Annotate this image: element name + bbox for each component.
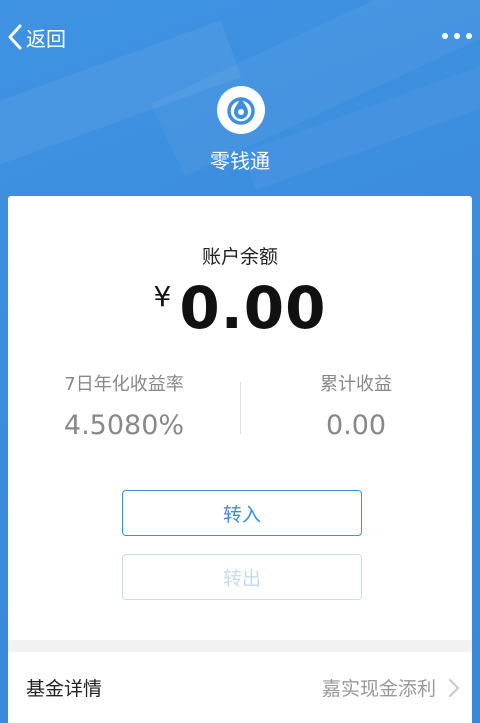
chevron-right-icon [449,678,459,697]
section-separator [8,640,472,652]
fund-details-label: 基金详情 [26,678,103,700]
back-button[interactable]: 返回 [6,22,66,52]
more-dot-icon [454,33,460,39]
balance-amount: ¥0.00 [8,274,472,342]
cumulative-earnings-value: 0.00 [325,410,387,441]
transfer-out-button[interactable]: 转出 [122,554,362,600]
coin-drop-icon [227,97,255,125]
yield-value: 4.5080% [63,410,185,441]
yield-stat: 7日年化收益率 4.5080% [8,370,240,441]
cumulative-earnings-stat: 累计收益 0.00 [240,370,472,441]
top-navigation-bar: 返回 [0,0,480,74]
chevron-left-icon [8,24,22,50]
balance-value: 0.00 [179,274,327,342]
app-name: 零钱通 [210,149,270,173]
fund-details-row[interactable]: 基金详情 嘉实现金添利 [8,652,472,723]
fund-name: 嘉实现金添利 [321,678,436,700]
cumulative-earnings-label: 累计收益 [320,374,392,395]
app-logo [217,86,265,134]
yield-label: 7日年化收益率 [64,374,184,395]
more-options-button[interactable] [442,26,472,46]
more-dot-icon [466,33,472,39]
transfer-in-button[interactable]: 转入 [122,490,362,536]
account-card: 账户余额 ¥0.00 7日年化收益率 4.5080% 累计收益 0.00 转入 … [8,196,472,646]
more-dot-icon [442,33,448,39]
currency-symbol: ¥ [153,280,172,313]
back-label: 返回 [26,26,66,51]
balance-label: 账户余额 [201,246,278,268]
